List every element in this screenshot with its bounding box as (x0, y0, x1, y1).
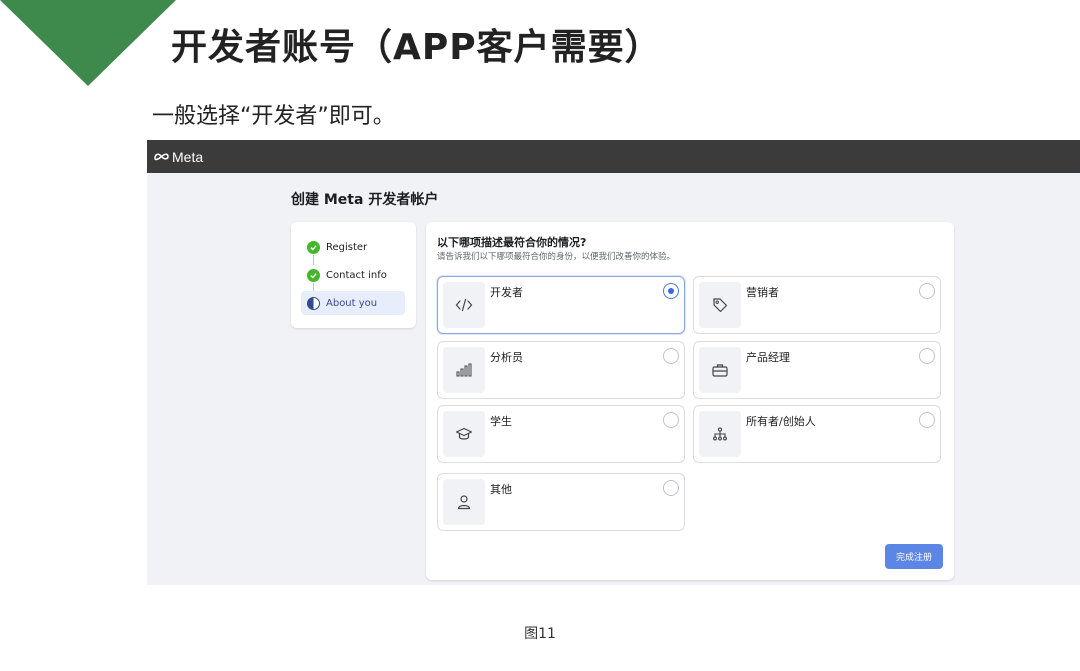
option-label: 产品经理 (746, 351, 790, 364)
option-analyst[interactable]: 分析员 (437, 341, 685, 399)
option-other[interactable]: 其他 (437, 473, 685, 531)
check-circle-icon (307, 240, 320, 254)
finish-registration-button[interactable]: 完成注册 (885, 544, 943, 569)
step-contact-info[interactable]: Contact info (301, 263, 405, 287)
option-developer[interactable]: 开发者 (437, 276, 685, 334)
corner-triangle-decoration (0, 0, 176, 86)
option-label: 其他 (490, 483, 512, 496)
step-label: About you (326, 297, 378, 309)
slide-subtitle: 一般选择“开发者”即可。 (152, 104, 395, 129)
half-circle-icon (307, 296, 320, 310)
option-marketer[interactable]: 营销者 (693, 276, 941, 334)
option-owner-founder[interactable]: 所有者/创始人 (693, 405, 941, 463)
tag-icon (699, 282, 741, 328)
bar-chart-icon (443, 347, 485, 393)
option-label: 学生 (490, 415, 512, 428)
role-selection-card: 以下哪项描述最符合你的情况? 请告诉我们以下哪项最符合你的身份，以便我们改善你的… (426, 222, 954, 580)
option-label: 开发者 (490, 286, 523, 299)
radio-button[interactable] (919, 283, 935, 299)
step-about-you[interactable]: About you (301, 291, 405, 315)
graduation-cap-icon (443, 411, 485, 457)
meta-header-bar: Meta (147, 140, 1080, 173)
slide-title: 开发者账号（APP客户需要） (171, 27, 662, 68)
role-question-hint: 请告诉我们以下哪项最符合你的身份，以便我们改善你的体验。 (437, 252, 676, 262)
figure-caption: 图11 (524, 626, 556, 642)
radio-button[interactable] (663, 480, 679, 496)
meta-logo[interactable]: Meta (153, 149, 203, 165)
option-product-manager[interactable]: 产品经理 (693, 341, 941, 399)
code-icon (443, 282, 485, 328)
create-account-title: 创建 Meta 开发者帐户 (291, 192, 439, 208)
radio-button[interactable] (663, 348, 679, 364)
option-student[interactable]: 学生 (437, 405, 685, 463)
option-label: 分析员 (490, 351, 523, 364)
org-chart-icon (699, 411, 741, 457)
briefcase-icon (699, 347, 741, 393)
person-icon (443, 479, 485, 525)
meta-logo-text: Meta (172, 148, 204, 165)
check-circle-icon (307, 268, 320, 282)
meta-signup-screenshot: Meta 创建 Meta 开发者帐户 Register Contact info… (147, 140, 1080, 585)
radio-button[interactable] (919, 412, 935, 428)
step-label: Contact info (326, 269, 387, 281)
step-register[interactable]: Register (301, 235, 405, 259)
role-question: 以下哪项描述最符合你的情况? (437, 236, 587, 249)
radio-button[interactable] (663, 412, 679, 428)
radio-button[interactable] (919, 348, 935, 364)
progress-steps-card: Register Contact info About you (291, 222, 416, 328)
radio-button[interactable] (663, 283, 679, 299)
meta-infinity-icon (154, 153, 169, 161)
step-label: Register (326, 241, 368, 253)
option-label: 所有者/创始人 (746, 415, 816, 428)
option-label: 营销者 (746, 286, 779, 299)
